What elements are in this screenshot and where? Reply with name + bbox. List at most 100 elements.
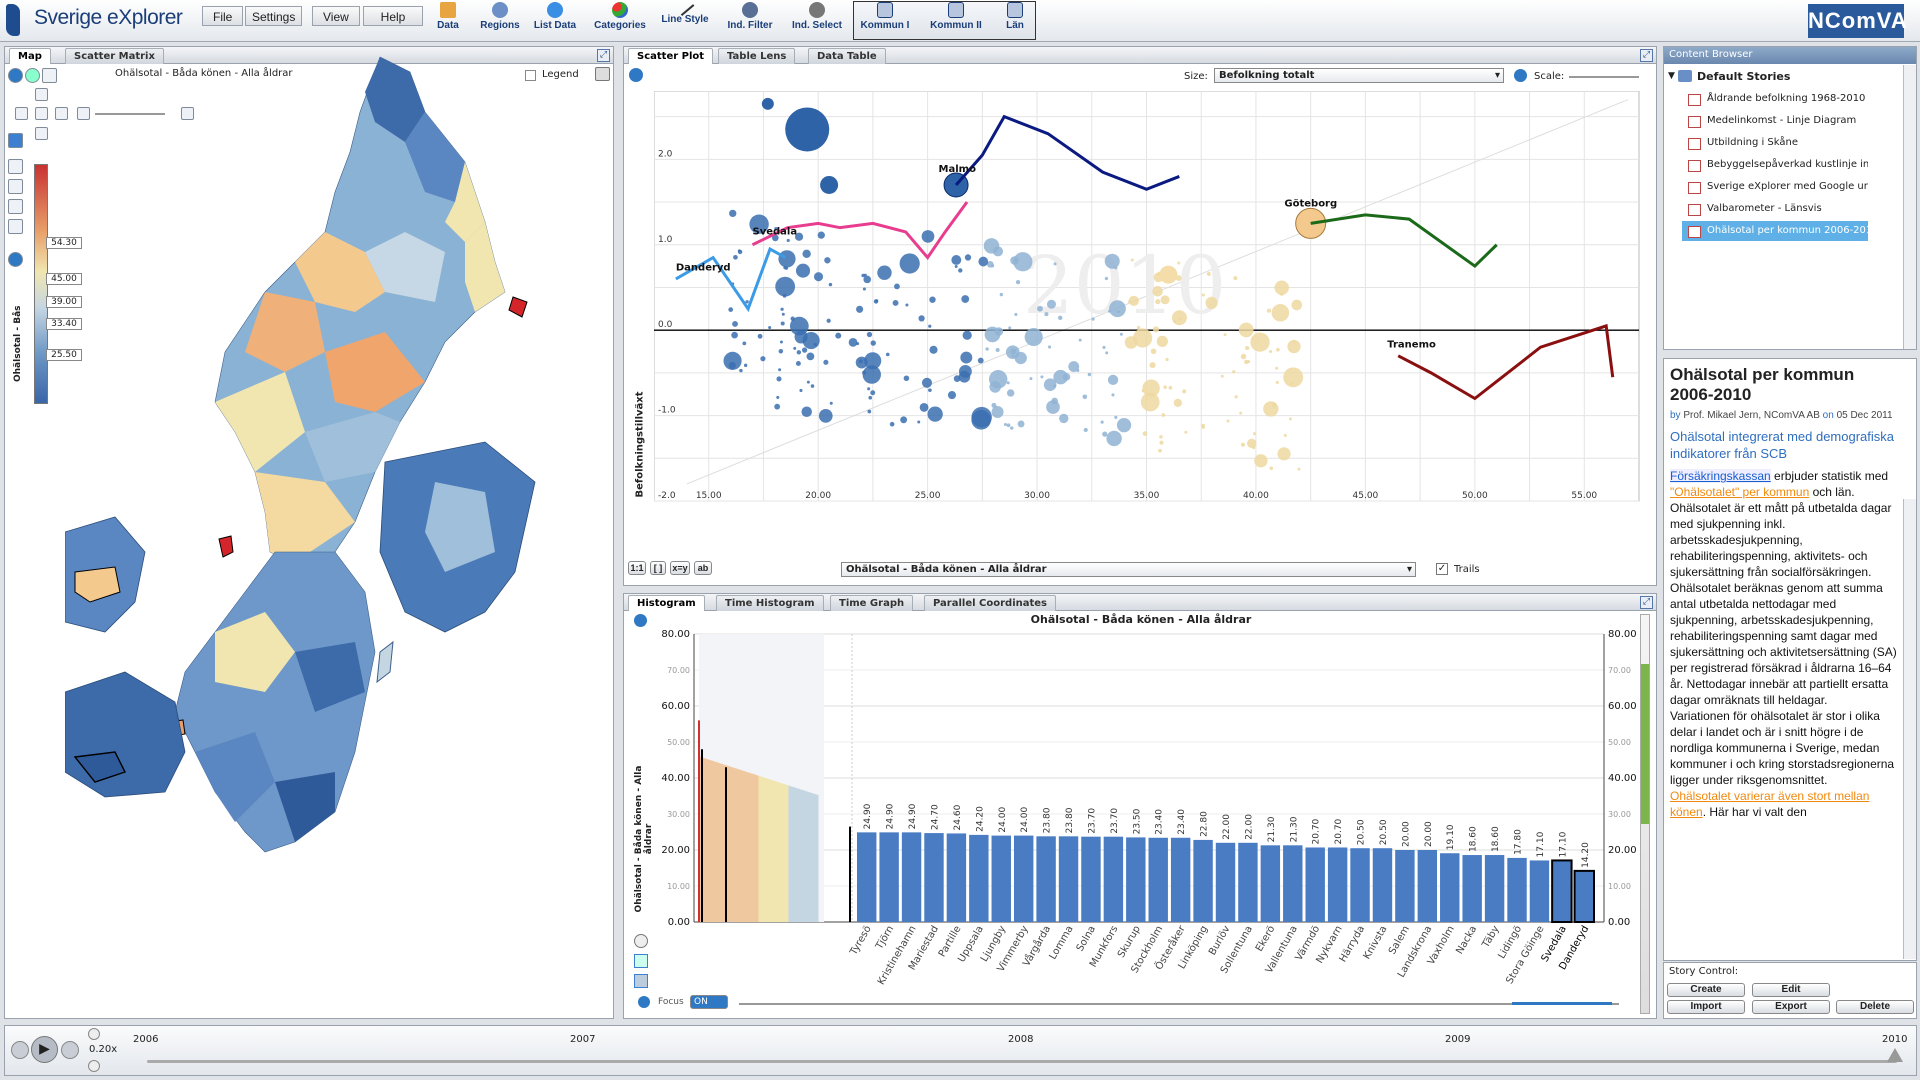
bar-value-label: 24.00: [1020, 807, 1030, 833]
tab-data-table[interactable]: Data Table: [808, 48, 886, 64]
grid-icon[interactable]: [8, 199, 23, 214]
toolbar-categories[interactable]: Categories: [590, 2, 650, 31]
tab-histogram[interactable]: Histogram: [628, 595, 705, 611]
zoom-icon[interactable]: [634, 934, 648, 948]
toolbar-regions[interactable]: Regions: [470, 2, 530, 31]
nav-center-icon[interactable]: [35, 107, 48, 120]
info-icon[interactable]: [8, 252, 23, 267]
scatter-plot[interactable]: 2010 15.00 20.00 25.00 30.00 35.00 40.00 45.00 5…: [654, 91, 1649, 551]
btn-ab[interactable]: ab: [694, 561, 712, 575]
crop-icon[interactable]: [634, 954, 648, 968]
step-forward-icon[interactable]: [61, 1041, 79, 1059]
toolbar-kommun2[interactable]: Kommun II: [926, 2, 986, 31]
x-tick-label: 40.00: [1243, 491, 1269, 501]
stories-root[interactable]: Default Stories: [1697, 70, 1790, 83]
data-bubble: [951, 255, 962, 265]
pan-icon[interactable]: [8, 133, 23, 148]
story-item[interactable]: Åldrande befolkning 1968-2010: [1682, 89, 1868, 109]
toolbar-lan[interactable]: Län: [985, 2, 1045, 31]
scale-slider[interactable]: [1569, 76, 1639, 78]
x-axis-select[interactable]: Ohälsotal - Båda könen - Alla åldrar ▾: [841, 562, 1416, 577]
import-button[interactable]: Import: [1667, 1000, 1745, 1014]
tree-expand-icon[interactable]: ▼: [1668, 71, 1675, 81]
data-bubble: [775, 276, 796, 297]
toolbar-data[interactable]: Data: [418, 2, 478, 31]
story-item[interactable]: Medelinkomst - Linje Diagram: [1682, 111, 1868, 131]
toolbar-list-data[interactable]: List Data: [525, 2, 585, 31]
tab-table-lens[interactable]: Table Lens: [718, 48, 796, 64]
histogram-chart[interactable]: 80.00 80.00 70.00 70.00 60.00 60.00 50.00 50.00…: [654, 624, 1644, 994]
delete-button[interactable]: Delete: [1836, 1000, 1914, 1014]
help-icon[interactable]: [629, 68, 643, 82]
edit-button[interactable]: Edit: [1752, 983, 1830, 997]
info-icon[interactable]: [634, 614, 647, 627]
nav-down-icon[interactable]: [35, 127, 48, 140]
year-label: 2008: [1008, 1034, 1034, 1045]
story-item[interactable]: Utbildning i Skåne: [1682, 133, 1868, 153]
data-bubble: [1250, 332, 1270, 352]
range-slider[interactable]: [739, 1003, 1619, 1005]
browser-scrollbar[interactable]: [1903, 65, 1916, 349]
timeline-track[interactable]: [147, 1060, 1897, 1063]
btn-frame[interactable]: [ ]: [650, 561, 666, 575]
story-item[interactable]: Valbarometer - Länsvis: [1682, 199, 1868, 219]
nav-up-icon[interactable]: [35, 88, 48, 101]
tool-icon[interactable]: [8, 159, 23, 174]
btn-1to1[interactable]: 1:1: [628, 561, 646, 575]
menu-file[interactable]: File: [202, 6, 244, 26]
btn-xy[interactable]: x=y: [670, 561, 690, 575]
map-region-highlight[interactable]: [218, 535, 234, 558]
inset-malmo[interactable]: [65, 671, 186, 798]
data-bubble: [892, 299, 899, 306]
help-icon[interactable]: [8, 68, 23, 83]
bar-value-label: 14.20: [1581, 842, 1591, 868]
tab-map[interactable]: Map: [9, 48, 51, 64]
help-icon[interactable]: [638, 996, 650, 1008]
menu-view[interactable]: View: [312, 6, 360, 26]
tab-time-graph[interactable]: Time Graph: [830, 595, 914, 611]
toolbar-ind-filter[interactable]: Ind. Filter: [720, 2, 780, 31]
focus-toggle[interactable]: ON: [690, 995, 728, 1009]
create-button[interactable]: Create: [1667, 983, 1745, 997]
trails-checkbox[interactable]: ✓: [1436, 563, 1448, 575]
bars-icon[interactable]: [42, 68, 57, 83]
size-select[interactable]: Befolkning totalt ▾: [1214, 68, 1504, 83]
sweden-map[interactable]: [65, 52, 610, 1012]
menu-settings[interactable]: Settings: [245, 6, 303, 26]
timeline-thumb[interactable]: [1887, 1048, 1903, 1062]
nav-left-icon[interactable]: [15, 107, 28, 120]
map-region-south[interactable]: [174, 551, 376, 853]
year-watermark: 2010: [1023, 239, 1227, 332]
tab-parallel-coordinates[interactable]: Parallel Coordinates: [924, 595, 1057, 611]
expand-icon[interactable]: ⤢: [1640, 596, 1653, 609]
story-item[interactable]: Bebyggelsepåverkad kustlinje ino: [1682, 155, 1868, 175]
reset-icon[interactable]: [634, 974, 648, 988]
menu-help[interactable]: Help: [363, 6, 423, 26]
tab-scatter-plot[interactable]: Scatter Plot: [628, 48, 714, 64]
content-browser: Content Browser ▼ Default Stories Åldran…: [1663, 46, 1917, 350]
data-bubble: [1105, 351, 1109, 355]
export-button[interactable]: Export: [1752, 1000, 1830, 1014]
data-bubble: [824, 257, 831, 264]
toolbar-kommun1[interactable]: Kommun I: [855, 2, 915, 31]
map-region-highlight[interactable]: [508, 296, 528, 318]
info-icon[interactable]: [1514, 69, 1527, 82]
speed-down-icon[interactable]: [88, 1060, 100, 1072]
histogram-bar: [1350, 848, 1370, 922]
story-item-selected[interactable]: Ohälsotal per kommun 2006-201: [1682, 221, 1868, 241]
table-icon[interactable]: [8, 179, 23, 194]
tab-time-histogram[interactable]: Time Histogram: [716, 595, 824, 611]
speed-up-icon[interactable]: [88, 1028, 100, 1040]
island-gotland[interactable]: [376, 640, 394, 684]
link-forsakringskassan[interactable]: Försäkringskassan: [1670, 469, 1771, 483]
play-icon[interactable]: ▶: [31, 1036, 58, 1063]
story-item[interactable]: Sverige eXplorer med Google und: [1682, 177, 1868, 197]
link-ohalsotalet[interactable]: "Ohälsotalet" per kommun: [1670, 485, 1809, 499]
step-back-icon[interactable]: [11, 1041, 29, 1059]
toolbar-line-style[interactable]: Line Style: [655, 0, 715, 25]
globe-icon[interactable]: [25, 68, 40, 83]
chart-icon[interactable]: [8, 219, 23, 234]
expand-icon[interactable]: ⤢: [1640, 49, 1653, 62]
toolbar-ind-select[interactable]: Ind. Select: [787, 2, 847, 31]
article-scrollbar[interactable]: [1903, 499, 1916, 959]
